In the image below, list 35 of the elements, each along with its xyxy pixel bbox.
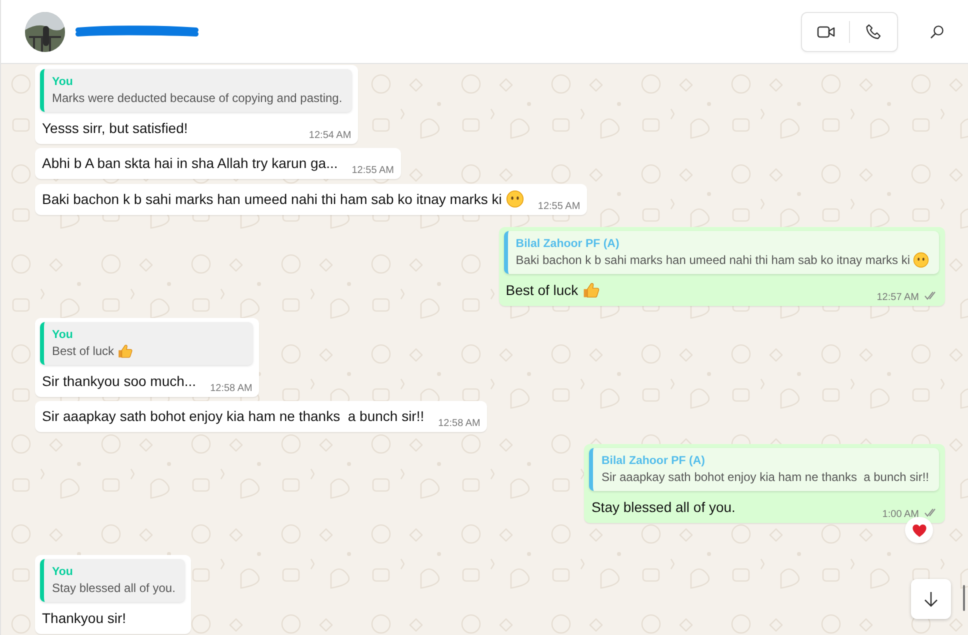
message-time: 12:55 AM bbox=[538, 201, 580, 212]
quoted-message[interactable]: You Marks were deducted because of copying and pasting. bbox=[40, 69, 352, 112]
quoted-message[interactable]: You Stay blessed all of you. bbox=[40, 559, 186, 602]
message-time: 12:57 AM bbox=[876, 292, 919, 302]
message-text: Sir thankyou soo much... bbox=[42, 372, 196, 391]
message-text: Best of luck bbox=[506, 281, 578, 300]
video-camera-icon bbox=[816, 24, 834, 38]
message-time: 12:58 AM bbox=[438, 418, 480, 429]
scrollbar-thumb[interactable] bbox=[963, 585, 965, 611]
quoted-text: Sir aaapkay sath bohot enjoy kia ham ne thanks a bunch sir!! bbox=[601, 469, 929, 485]
quoted-text: Baki bachon k b sahi marks han umeed nahi thi ham sab ko itnay marks ki bbox=[516, 252, 910, 268]
message-time: 12:58 AM bbox=[210, 383, 252, 394]
quoted-author: You bbox=[52, 75, 74, 90]
arrow-down-icon bbox=[924, 591, 938, 607]
quoted-message[interactable]: Bilal Zahoor PF (A) Sir aaapkay sath bohot enjoy kia ham ne thanks a bunch sir!! bbox=[589, 448, 939, 491]
quoted-message[interactable]: Bilal Zahoor PF (A) Baki bachon k b sahi marks han umeed nahi thi ham sab ko itnay marks ki bbox=[504, 231, 939, 274]
message-text: Baki bachon k b sahi marks han umeed nahi thi ham sab ko itnay marks ki bbox=[42, 190, 502, 209]
search-icon bbox=[930, 24, 944, 38]
message-text: Yesss sirr, but satisfied! bbox=[42, 119, 188, 138]
message-time: 12:54 AM bbox=[308, 130, 352, 141]
quoted-text: Stay blessed all of you. bbox=[52, 580, 176, 596]
quoted-author: Bilal Zahoor PF (A) bbox=[601, 454, 706, 469]
message-text: Thankyou sir! bbox=[42, 609, 126, 628]
quoted-message[interactable]: You Best of luck bbox=[40, 322, 254, 365]
message-text: Abhi b A ban skta hai in sha Allah try karun ga... bbox=[42, 154, 338, 173]
quoted-author: Bilal Zahoor PF (A) bbox=[516, 237, 620, 252]
message-text: Stay blessed all of you. bbox=[591, 498, 736, 517]
quoted-text: Marks were deducted because of copying and pasting. bbox=[52, 90, 342, 106]
phone-icon bbox=[866, 24, 881, 40]
message-time: 12:55 AM bbox=[352, 165, 394, 176]
message-time: 1:00 AM bbox=[882, 508, 919, 520]
quoted-text: Best of luck bbox=[52, 343, 114, 359]
quoted-author: You bbox=[52, 328, 74, 343]
message-text: Sir aaapkay sath bohot enjoy kia ham ne thanks a bunch sir!! bbox=[42, 407, 424, 426]
quoted-author: You bbox=[52, 565, 74, 580]
